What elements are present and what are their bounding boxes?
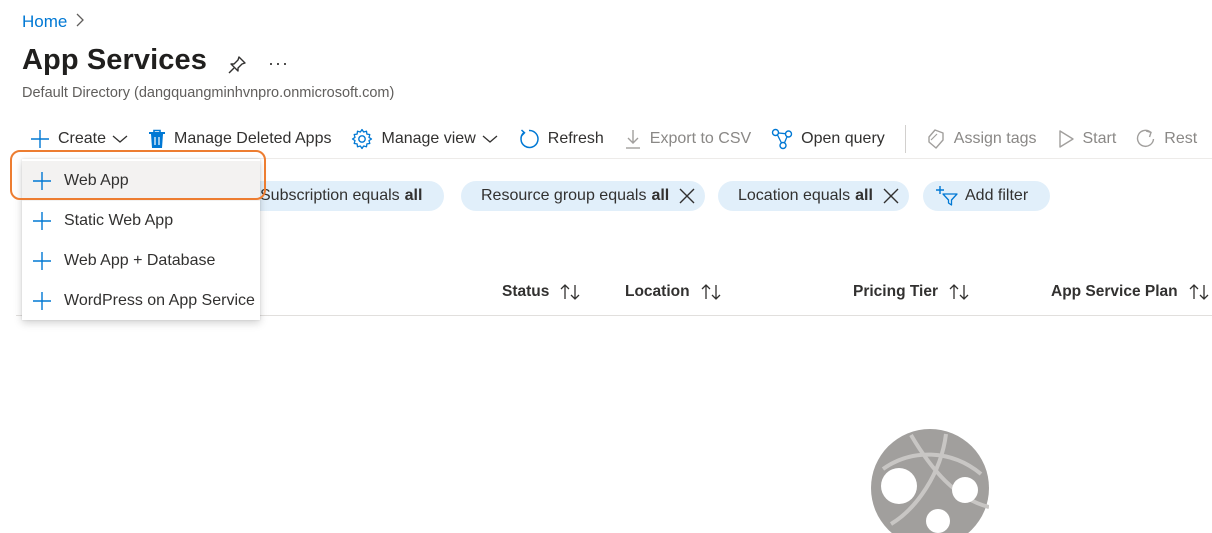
refresh-icon xyxy=(520,129,539,149)
menu-item-label: Static Web App xyxy=(64,212,174,229)
filter-subscription-value: all xyxy=(404,187,423,204)
assign-tags-label: Assign tags xyxy=(953,130,1037,147)
column-header-location[interactable]: Location xyxy=(625,283,722,301)
close-icon[interactable] xyxy=(883,188,899,204)
menu-item-label: Web App + Database xyxy=(64,252,216,269)
column-header-status-label: Status xyxy=(502,283,550,300)
filter-subscription-label: Subscription equals xyxy=(260,187,400,204)
create-button[interactable]: Create xyxy=(30,129,128,149)
menu-item-wordpress[interactable]: WordPress on App Service xyxy=(22,281,260,321)
manage-deleted-apps-button[interactable]: Manage Deleted Apps xyxy=(148,129,331,149)
filter-location-label: Location equals xyxy=(738,187,851,204)
menu-item-web-app-database[interactable]: Web App + Database xyxy=(22,241,260,281)
filter-resource-group-label: Resource group equals xyxy=(481,187,647,204)
filter-subscription[interactable]: Subscription equals all xyxy=(240,181,445,211)
start-label: Start xyxy=(1082,130,1117,147)
restart-icon xyxy=(1137,129,1155,148)
filter-resource-group[interactable]: Resource group equals all xyxy=(461,181,706,211)
breadcrumb: Home xyxy=(22,12,85,32)
chevron-down-icon xyxy=(482,135,498,143)
trash-icon xyxy=(149,129,166,148)
sort-icon xyxy=(949,284,969,300)
open-query-label: Open query xyxy=(801,130,885,147)
menu-item-label: WordPress on App Service xyxy=(64,292,255,309)
open-query-button[interactable]: Open query xyxy=(771,128,885,150)
app-services-page: Home App Services ··· Default Directory … xyxy=(0,0,1212,533)
create-label: Create xyxy=(58,130,107,147)
column-header-pricing-tier-label: Pricing Tier xyxy=(853,283,938,300)
column-header-location-label: Location xyxy=(625,283,690,300)
annotation-highlight xyxy=(10,150,266,200)
plus-icon xyxy=(33,252,51,270)
app-service-globe-icon xyxy=(871,429,989,533)
start-button[interactable]: Start xyxy=(1057,129,1117,149)
assign-tags-button[interactable]: Assign tags xyxy=(926,128,1037,150)
add-filter-label: Add filter xyxy=(965,187,1029,204)
plus-icon xyxy=(33,212,51,230)
sort-icon xyxy=(1189,284,1209,300)
column-header-app-service-plan-label: App Service Plan xyxy=(1051,283,1178,300)
column-header-pricing-tier[interactable]: Pricing Tier xyxy=(853,283,970,301)
toolbar-divider xyxy=(904,125,906,153)
column-header-app-service-plan[interactable]: App Service Plan xyxy=(1051,283,1210,301)
manage-view-label: Manage view xyxy=(381,130,476,147)
breadcrumb-home-link[interactable]: Home xyxy=(22,12,67,32)
restart-label: Rest xyxy=(1164,130,1198,147)
add-filter-button[interactable]: Add filter xyxy=(923,181,1051,211)
query-graph-icon xyxy=(771,128,793,150)
export-to-csv-label: Export to CSV xyxy=(649,130,752,147)
manage-view-button[interactable]: Manage view xyxy=(351,128,498,150)
restart-button[interactable]: Rest xyxy=(1136,128,1197,150)
toolbar-divider-line xyxy=(230,158,1212,159)
more-options-button[interactable]: ··· xyxy=(268,53,289,74)
plus-icon xyxy=(33,292,51,310)
pin-icon[interactable] xyxy=(226,54,248,76)
tag-icon xyxy=(928,129,944,149)
menu-item-static-web-app[interactable]: Static Web App xyxy=(22,201,260,241)
play-icon xyxy=(1058,130,1074,148)
sort-icon xyxy=(560,284,580,300)
column-header-status[interactable]: Status xyxy=(502,283,581,301)
refresh-button[interactable]: Refresh xyxy=(518,128,604,150)
chevron-right-icon xyxy=(75,13,85,32)
add-filter-icon xyxy=(936,186,958,206)
close-icon[interactable] xyxy=(679,188,695,204)
manage-deleted-apps-label: Manage Deleted Apps xyxy=(174,130,332,147)
directory-subtitle: Default Directory (dangquangminhvnpro.on… xyxy=(22,85,395,101)
download-icon xyxy=(625,130,640,149)
refresh-label: Refresh xyxy=(547,130,604,147)
filter-location[interactable]: Location equals all xyxy=(718,181,909,211)
export-to-csv-button[interactable]: Export to CSV xyxy=(624,128,751,150)
page-title: App Services xyxy=(22,44,207,76)
chevron-down-icon xyxy=(112,135,128,143)
filter-resource-group-value: all xyxy=(651,187,670,204)
plus-icon xyxy=(31,130,49,148)
sort-icon xyxy=(701,284,721,300)
gear-icon xyxy=(352,128,373,150)
filter-location-value: all xyxy=(855,187,873,204)
